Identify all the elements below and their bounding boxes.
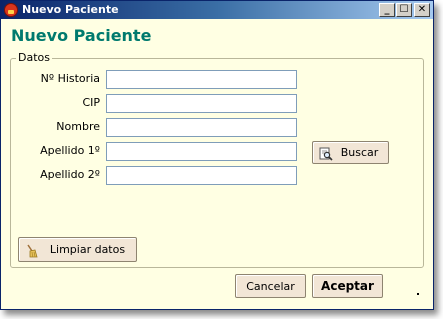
buscar-button[interactable]: Buscar <box>312 141 389 164</box>
nuevo-paciente-window: Nuevo Paciente _ ☐ ✕ Nuevo Paciente Dato… <box>0 0 434 310</box>
historia-label: Nº Historia <box>40 72 100 85</box>
apellido2-label: Apellido 2º <box>40 168 100 181</box>
buscar-label: Buscar <box>340 146 379 159</box>
limpiar-datos-button[interactable]: Limpiar datos <box>18 237 137 262</box>
status-mark <box>417 293 419 295</box>
cancelar-button[interactable]: Cancelar <box>235 274 306 298</box>
historia-input[interactable] <box>106 70 297 89</box>
nombre-label: Nombre <box>56 120 100 133</box>
maximize-button[interactable]: ☐ <box>396 3 412 17</box>
cip-input[interactable] <box>106 94 297 113</box>
broom-icon <box>27 244 38 258</box>
magnifier-document-icon <box>319 147 333 161</box>
app-icon <box>4 3 18 17</box>
apellido1-label: Apellido 1º <box>40 144 100 157</box>
minimize-button[interactable]: _ <box>379 3 395 17</box>
groupbox-legend: Datos <box>16 51 52 64</box>
aceptar-button[interactable]: Aceptar <box>312 274 383 298</box>
cip-label: CIP <box>82 96 100 109</box>
title-bar[interactable]: Nuevo Paciente _ ☐ ✕ <box>1 1 433 19</box>
apellido1-input[interactable] <box>106 142 297 161</box>
limpiar-datos-label: Limpiar datos <box>49 243 126 256</box>
window-title: Nuevo Paciente <box>22 3 119 16</box>
page-title: Nuevo Paciente <box>11 26 152 45</box>
nombre-input[interactable] <box>106 118 297 137</box>
apellido2-input[interactable] <box>106 166 297 185</box>
close-button[interactable]: ✕ <box>414 3 430 17</box>
